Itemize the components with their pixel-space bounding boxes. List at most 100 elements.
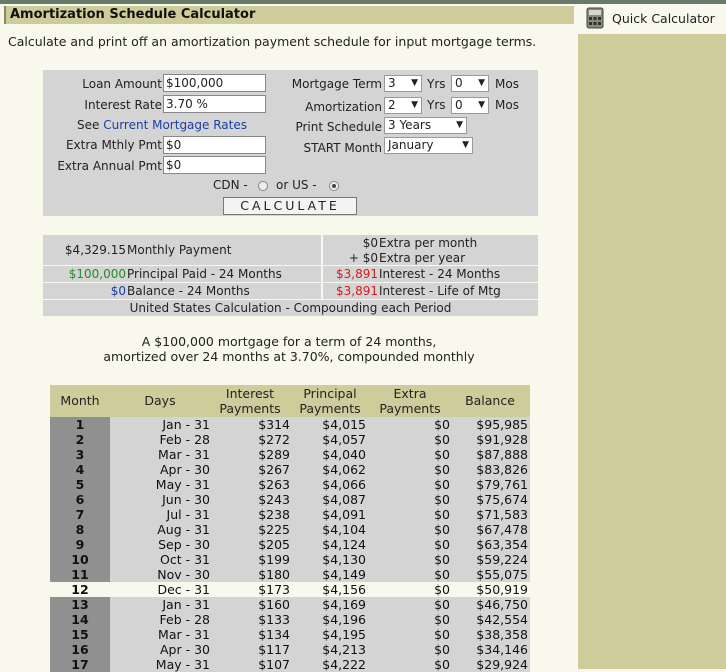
extra-monthly-label: Extra Mthly Pmt	[65, 138, 162, 152]
extra-cell: $0	[434, 612, 450, 627]
extra-cell: $0	[434, 552, 450, 567]
principal-cell: $4,015	[322, 417, 366, 432]
monthly-payment-label: Monthly Payment	[127, 243, 232, 257]
chevron-down-icon: ▼	[456, 120, 463, 130]
interest-24-value: $3,891	[336, 267, 378, 281]
calculate-button[interactable]: CALCULATE	[223, 197, 357, 215]
extra-cell: $0	[434, 492, 450, 507]
interest-rate-input[interactable]: 3.70 %	[163, 95, 266, 113]
balance-cell: $59,224	[476, 552, 528, 567]
days-cell: Jun - 30	[162, 492, 210, 507]
print-schedule-select[interactable]: 3 Years ▼	[384, 117, 467, 134]
us-radio[interactable]	[329, 181, 339, 191]
balance-cell: $83,826	[476, 462, 528, 477]
table-row: 11 Nov - 30 $180 $4,149 $0 $55,075	[50, 567, 530, 582]
principal-cell: $4,104	[322, 522, 366, 537]
balance-cell: $79,761	[476, 477, 528, 492]
month-cell: 17	[50, 657, 110, 672]
principal-cell: $4,062	[322, 462, 366, 477]
month-cell: 7	[50, 507, 110, 522]
sidebar-header: Quick Calculator	[578, 4, 726, 34]
extra-cell: $0	[434, 537, 450, 552]
interest-cell: $133	[258, 612, 290, 627]
table-row: 4 Apr - 30 $267 $4,062 $0 $83,826	[50, 462, 530, 477]
start-month-select[interactable]: January ▼	[384, 137, 473, 154]
principal-paid-label: Principal Paid - 24 Months	[127, 267, 282, 281]
balance-cell: $38,358	[476, 627, 528, 642]
principal-cell: $4,195	[322, 627, 366, 642]
balance-cell: $87,888	[476, 447, 528, 462]
principal-cell: $4,124	[322, 537, 366, 552]
interest-cell: $205	[258, 537, 290, 552]
days-cell: Jul - 31	[166, 507, 210, 522]
header-extra-line1: Extra	[393, 386, 427, 401]
mortgage-term-months-select[interactable]: 0 ▼	[451, 75, 489, 92]
interest-cell: $267	[258, 462, 290, 477]
principal-cell: $4,156	[322, 582, 366, 597]
header-principal-line2: Payments	[299, 401, 361, 416]
quick-calculator-link[interactable]: Quick Calculator	[584, 6, 715, 30]
header-interest-line2: Payments	[219, 401, 281, 416]
us-label: or US -	[276, 178, 317, 192]
header-month: Month	[60, 393, 100, 408]
extra-month-value: $0	[362, 236, 378, 250]
principal-cell: $4,130	[322, 552, 366, 567]
interest-cell: $314	[258, 417, 290, 432]
extra-cell: $0	[434, 567, 450, 582]
extra-cell: $0	[434, 477, 450, 492]
cdn-radio[interactable]	[258, 181, 268, 191]
extra-cell: $0	[434, 597, 450, 612]
extra-annual-input[interactable]: $0	[163, 156, 266, 174]
month-cell: 13	[50, 597, 110, 612]
month-cell: 14	[50, 612, 110, 627]
balance-label: Balance - 24 Months	[127, 284, 250, 298]
mortgage-summary-line2: amortized over 24 months at 3.70%, compo…	[103, 349, 475, 364]
mortgage-term-years-value: 3	[388, 76, 396, 90]
extra-year-label: Extra per year	[379, 251, 466, 265]
balance-cell: $55,075	[476, 567, 528, 582]
interest-cell: $263	[258, 477, 290, 492]
loan-amount-input[interactable]: $100,000	[163, 74, 266, 92]
start-month-label: START Month	[303, 141, 382, 155]
table-row: 14 Feb - 28 $133 $4,196 $0 $42,554	[50, 612, 530, 627]
extra-cell: $0	[434, 432, 450, 447]
principal-cell: $4,222	[322, 657, 366, 672]
header-principal-line1: Principal	[303, 386, 357, 401]
interest-cell: $117	[258, 642, 290, 657]
extra-cell: $0	[434, 522, 450, 537]
mortgage-term-months-value: 0	[455, 76, 463, 90]
calculation-note: United States Calculation - Compounding …	[129, 301, 452, 315]
amortization-years-select[interactable]: 2 ▼	[384, 97, 422, 114]
extra-monthly-input[interactable]: $0	[163, 136, 266, 154]
table-row: 12 Dec - 31 $173 $4,156 $0 $50,919	[50, 582, 530, 597]
days-cell: May - 31	[155, 477, 210, 492]
sidebar: Quick Calculator	[578, 4, 726, 669]
principal-cell: $4,057	[322, 432, 366, 447]
balance-cell: $42,554	[476, 612, 528, 627]
principal-cell: $4,149	[322, 567, 366, 582]
amortization-years-value: 2	[388, 98, 396, 112]
extra-cell: $0	[434, 447, 450, 462]
term-mos-label: Mos	[495, 77, 519, 91]
principal-paid-value: $100,000	[68, 267, 126, 281]
mortgage-term-years-select[interactable]: 3 ▼	[384, 75, 422, 92]
balance-cell: $71,583	[476, 507, 528, 522]
days-cell: Feb - 28	[159, 612, 211, 627]
current-mortgage-rates-link[interactable]: Current Mortgage Rates	[103, 118, 247, 132]
balance-value: $0	[110, 284, 126, 298]
table-row: 13 Jan - 31 $160 $4,169 $0 $46,750	[50, 597, 530, 612]
days-cell: Sep - 30	[158, 537, 210, 552]
balance-cell: $29,924	[476, 657, 528, 672]
summary-row-principal: $100,000 Principal Paid - 24 Months $3,8…	[43, 265, 538, 282]
amortization-months-select[interactable]: 0 ▼	[451, 97, 489, 114]
principal-cell: $4,040	[322, 447, 366, 462]
extra-cell: $0	[434, 462, 450, 477]
summary-row-note: United States Calculation - Compounding …	[43, 299, 538, 316]
start-month-value: January	[388, 138, 434, 152]
table-row: 8 Aug - 31 $225 $4,104 $0 $67,478	[50, 522, 530, 537]
header-balance: Balance	[465, 393, 515, 408]
mortgage-summary-line1: A $100,000 mortgage for a term of 24 mon…	[141, 334, 437, 349]
days-cell: Mar - 31	[158, 627, 210, 642]
table-row: 2 Feb - 28 $272 $4,057 $0 $91,928	[50, 432, 530, 447]
interest-cell: $289	[258, 447, 290, 462]
